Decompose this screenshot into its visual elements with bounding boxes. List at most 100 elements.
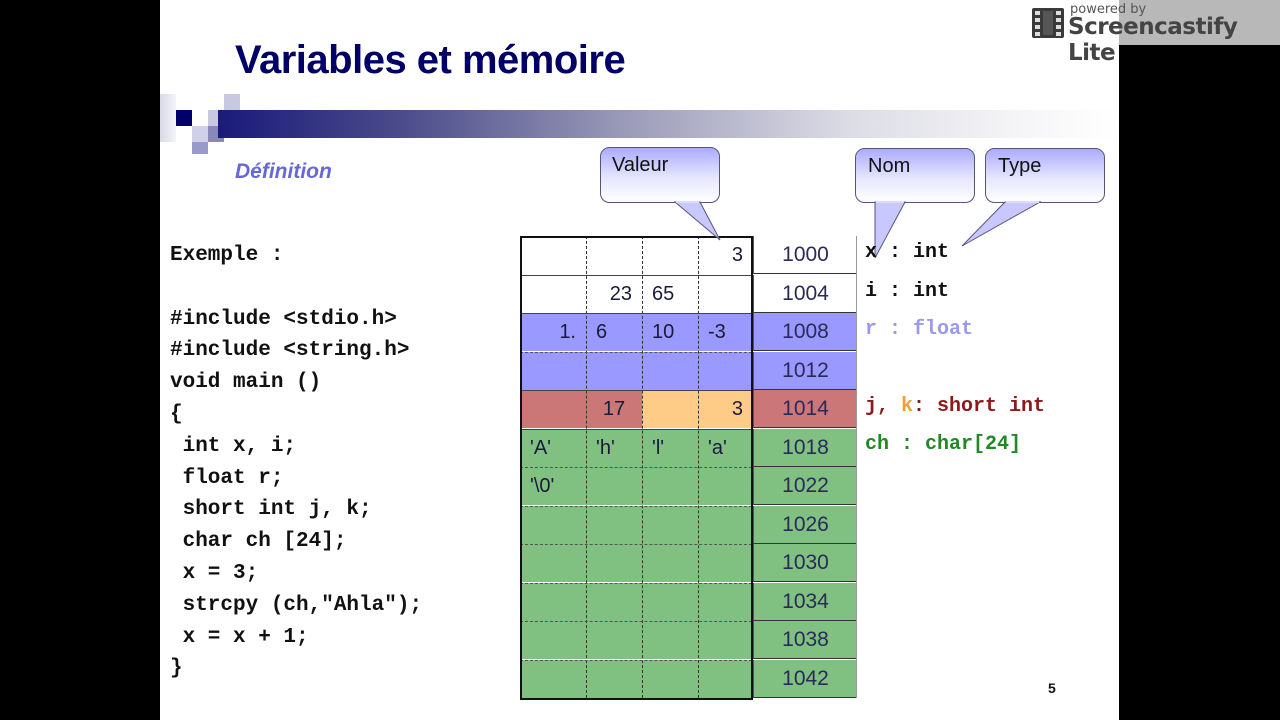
memory-address: 1018 — [753, 429, 857, 467]
code-line: int x, i; — [170, 434, 297, 458]
declaration-line: j, k: short int — [865, 395, 1045, 418]
declaration-part: : short int — [913, 395, 1046, 418]
memory-byte — [698, 583, 753, 621]
code-example: Exemple : #include <stdio.h> #include <st… — [170, 240, 422, 685]
code-line: float r; — [170, 466, 284, 490]
code-line: void main () — [170, 371, 322, 395]
memory-byte — [642, 506, 698, 544]
row-separator — [520, 544, 752, 545]
memory-byte — [642, 660, 698, 698]
memory-byte — [642, 544, 698, 582]
memory-row: 1042 — [520, 660, 857, 698]
declaration-part: i : int — [865, 280, 950, 303]
memory-byte — [520, 660, 586, 698]
memory-address: 1034 — [753, 583, 857, 621]
row-separator — [520, 467, 752, 468]
memory-row: 17 3 1014 — [520, 390, 857, 428]
memory-byte — [698, 275, 753, 313]
declaration-line: i : int — [865, 280, 949, 303]
row-separator — [520, 390, 752, 391]
declaration-line: ch : char[24] — [865, 433, 1021, 456]
memory-byte — [520, 275, 586, 313]
memory-row: 'A''h''l''a' 1018 — [520, 429, 857, 467]
declaration-line: x : int — [865, 241, 949, 264]
memory-address: 1042 — [753, 660, 857, 698]
memory-byte: 'l' — [642, 429, 698, 467]
code-line: short int j, k; — [170, 498, 372, 522]
memory-byte — [520, 390, 586, 428]
watermark-name: Screencastify Lite — [1068, 14, 1238, 66]
declaration-line: r : float — [865, 318, 973, 341]
page-number: 5 — [1048, 680, 1056, 696]
row-separator — [520, 583, 752, 584]
code-line: x = x + 1; — [170, 625, 309, 649]
callout-type-label: Type — [998, 155, 1042, 177]
memory-byte: 10 — [642, 313, 698, 351]
callout-name-label: Nom — [868, 155, 911, 177]
memory-byte: 65 — [642, 275, 698, 313]
declaration-part: k — [901, 395, 914, 418]
memory-row: 23 65 1004 — [520, 275, 857, 313]
row-separator — [520, 621, 752, 622]
slide: Variables et mémoire Définition Exemple … — [160, 0, 1119, 720]
memory-byte — [698, 467, 753, 505]
callout-value-label: Valeur — [612, 154, 669, 176]
memory-byte — [520, 544, 586, 582]
memory-byte — [586, 544, 642, 582]
declaration-part: r : float — [865, 318, 974, 341]
memory-byte — [586, 506, 642, 544]
memory-byte: -3 — [698, 313, 753, 351]
memory-row: 1030 — [520, 544, 857, 582]
row-separator — [520, 660, 752, 661]
row-separator — [520, 506, 752, 507]
memory-byte: 'a' — [698, 429, 753, 467]
memory-address: 1038 — [753, 621, 857, 659]
memory-byte: 17 — [586, 390, 642, 428]
memory-byte — [698, 544, 753, 582]
row-separator — [520, 352, 752, 353]
memory-byte — [698, 506, 753, 544]
slide-title: Variables et mémoire — [235, 38, 626, 82]
memory-byte — [586, 583, 642, 621]
memory-address: 1000 — [753, 236, 857, 274]
memory-byte — [698, 660, 753, 698]
memory-byte: '\0' — [520, 467, 586, 505]
memory-byte — [586, 660, 642, 698]
memory-byte — [520, 621, 586, 659]
memory-byte — [642, 583, 698, 621]
memory-row: 1034 — [520, 583, 857, 621]
title-gradient-bar — [218, 110, 1118, 138]
memory-address: 1014 — [753, 390, 857, 428]
code-line: x = 3; — [170, 561, 259, 585]
code-line: } — [170, 657, 183, 681]
memory-byte — [520, 236, 586, 274]
memory-address: 1008 — [753, 313, 857, 351]
memory-byte — [642, 621, 698, 659]
memory-byte — [642, 352, 698, 390]
memory-byte — [586, 621, 642, 659]
memory-byte: 'h' — [586, 429, 642, 467]
memory-byte — [642, 467, 698, 505]
memory-byte: 3 — [698, 390, 753, 428]
memory-row: 1026 — [520, 506, 857, 544]
memory-byte: 1. — [520, 313, 586, 351]
memory-byte — [520, 352, 586, 390]
memory-byte — [642, 390, 698, 428]
declaration-part: j, — [865, 395, 902, 418]
row-separator — [520, 313, 752, 314]
memory-byte — [586, 467, 642, 505]
film-strip-icon — [1032, 8, 1064, 38]
code-line: #include <string.h> — [170, 339, 410, 363]
memory-byte: 'A' — [520, 429, 586, 467]
memory-byte — [698, 352, 753, 390]
memory-address: 1030 — [753, 544, 857, 582]
code-line: strcpy (ch,"Ahla"); — [170, 593, 423, 617]
memory-byte — [520, 583, 586, 621]
memory-byte — [698, 621, 753, 659]
code-line: { — [170, 402, 183, 426]
row-separator — [520, 429, 752, 430]
address-column-border — [856, 236, 857, 698]
memory-byte: 23 — [586, 275, 642, 313]
memory-byte — [520, 506, 586, 544]
